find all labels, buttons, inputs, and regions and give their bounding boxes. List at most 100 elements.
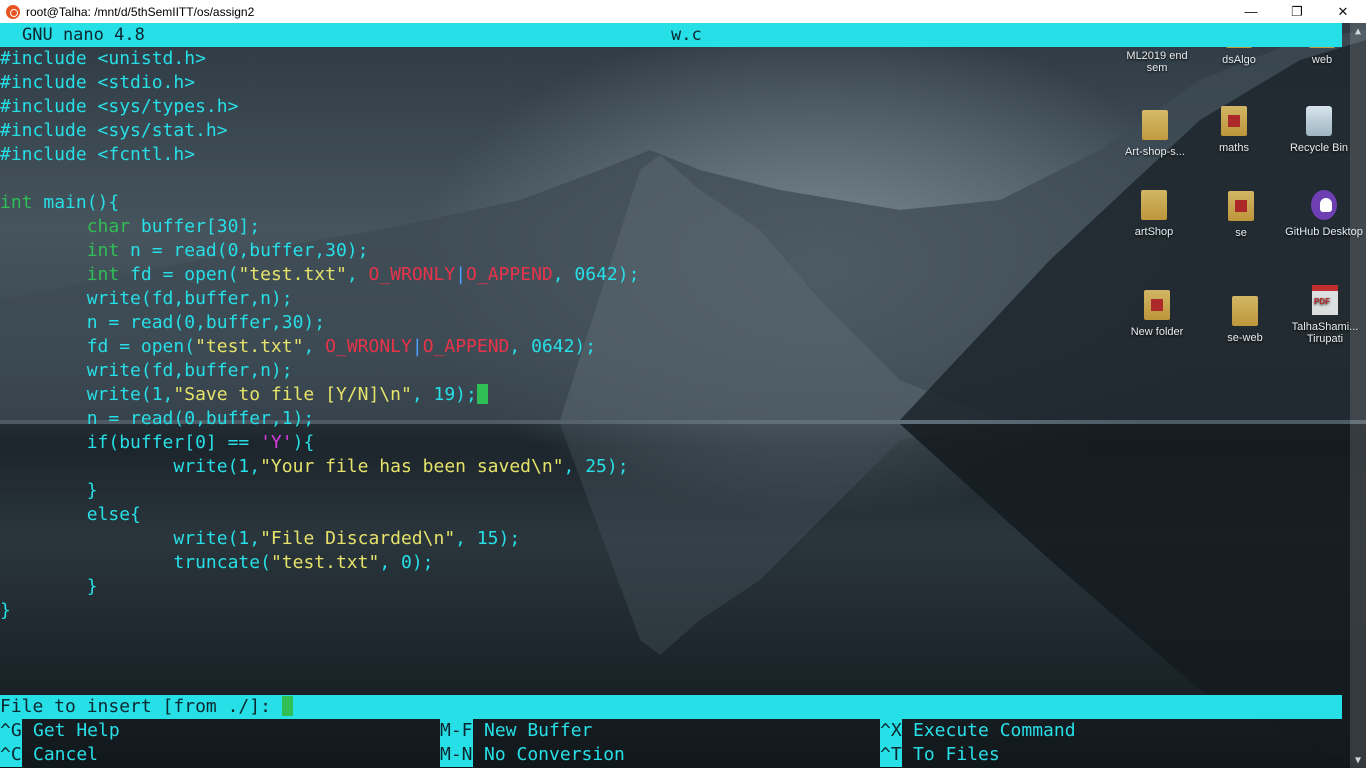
- nano-header: GNU nano 4.8 w.c: [0, 23, 1342, 47]
- code-token: |: [411, 336, 423, 357]
- window-title-bar: root@Talha: /mnt/d/5thSemIITT/os/assign2…: [0, 0, 1366, 23]
- code-editor[interactable]: #include <unistd.h> #include <stdio.h> #in…: [0, 47, 1342, 695]
- shortcut-key: ^T: [880, 743, 902, 767]
- prompt-cursor: [281, 696, 293, 716]
- code-token: "test.txt": [195, 336, 304, 357]
- code-line: n = read(0,buffer,30);: [0, 311, 1342, 335]
- code-token: , 19);: [411, 384, 477, 405]
- code-line: #include <stdio.h>: [0, 71, 1342, 95]
- ubuntu-icon: [6, 4, 20, 19]
- code-token: write(fd,buffer,n);: [0, 288, 293, 309]
- maximize-button[interactable]: ❐: [1274, 0, 1320, 23]
- code-token: , 0642);: [552, 264, 640, 285]
- code-token: n = read(0,buffer,1);: [0, 408, 315, 429]
- code-token: n = read(0,buffer,30);: [0, 312, 326, 333]
- shortcut-label: Get Help: [33, 720, 120, 741]
- code-token: int: [0, 192, 33, 213]
- code-token: #include <fcntl.h>: [0, 144, 196, 165]
- code-line: int fd = open("test.txt", O_WRONLY|O_APP…: [0, 263, 1342, 287]
- minimize-button[interactable]: —: [1228, 0, 1274, 23]
- text-cursor: [476, 384, 488, 404]
- code-token: fd = open(: [0, 336, 196, 357]
- code-line: write(1,"Save to file [Y/N]\n", 19);: [0, 383, 1342, 407]
- shortcut-execute-command[interactable]: ^X Execute Command: [880, 719, 1076, 743]
- shortcut-key: ^C: [0, 743, 22, 767]
- code-token: O_WRONLY: [325, 336, 412, 357]
- code-token: write(1,: [0, 528, 261, 549]
- code-line: write(fd,buffer,n);: [0, 287, 1342, 311]
- code-token: "test.txt": [270, 552, 380, 573]
- code-line: #include <sys/types.h>: [0, 95, 1342, 119]
- code-token: if(buffer[0] ==: [0, 432, 261, 453]
- code-token: , 15);: [455, 528, 521, 549]
- code-token: ,: [346, 264, 369, 285]
- code-token: int: [86, 240, 120, 261]
- shortcut-key: ^G: [0, 719, 22, 743]
- nano-version: GNU nano 4.8: [22, 25, 145, 45]
- code-token: , 0642);: [509, 336, 597, 357]
- code-token: O_APPEND: [466, 264, 553, 285]
- file-insert-prompt: File to insert [from ./]:: [0, 695, 1342, 719]
- scroll-down-icon[interactable]: ▼: [1350, 752, 1366, 768]
- window-title: root@Talha: /mnt/d/5thSemIITT/os/assign2: [26, 4, 255, 19]
- code-line: }: [0, 599, 1342, 623]
- code-token: n = read(0,buffer,30);: [119, 240, 369, 261]
- code-token: }: [0, 480, 98, 501]
- code-token: else{: [0, 504, 141, 525]
- code-token: O_WRONLY: [368, 264, 456, 285]
- code-token: }: [0, 576, 98, 597]
- code-token: buffer[30];: [130, 216, 261, 237]
- code-token: ){: [292, 432, 315, 453]
- nano-filename: w.c: [671, 25, 702, 45]
- code-line: if(buffer[0] == 'Y'){: [0, 431, 1342, 455]
- code-token: "Your file has been saved\n": [260, 456, 564, 477]
- code-token: }: [0, 600, 11, 621]
- code-token: 'Y': [260, 432, 293, 453]
- code-line: char buffer[30];: [0, 215, 1342, 239]
- code-line: write(1,"File Discarded\n", 15);: [0, 527, 1342, 551]
- code-token: O_APPEND: [422, 336, 510, 357]
- shortcut-bar: ^G Get Help ^C Cancel M-F New Buffer M-N…: [0, 719, 1342, 768]
- code-token: write(1,: [0, 384, 174, 405]
- code-token: int: [86, 264, 120, 285]
- code-line: truncate("test.txt", 0);: [0, 551, 1342, 575]
- code-line: #include <sys/stat.h>: [0, 119, 1342, 143]
- code-line: else{: [0, 503, 1342, 527]
- shortcut-new-buffer[interactable]: M-F New Buffer: [440, 719, 592, 743]
- code-line: n = read(0,buffer,1);: [0, 407, 1342, 431]
- shortcut-label: No Conversion: [484, 744, 625, 765]
- code-line: write(1,"Your file has been saved\n", 25…: [0, 455, 1342, 479]
- code-token: , 0);: [379, 552, 434, 573]
- shortcut-no-conversion[interactable]: M-N No Conversion: [440, 743, 625, 767]
- code-token: "Save to file [Y/N]\n": [173, 384, 412, 405]
- code-line: }: [0, 479, 1342, 503]
- code-line: }: [0, 575, 1342, 599]
- code-line: #include <unistd.h>: [0, 47, 1342, 71]
- scroll-up-icon[interactable]: ▲: [1350, 23, 1366, 39]
- close-button[interactable]: ✕: [1320, 0, 1366, 23]
- code-token: write(1,: [0, 456, 261, 477]
- code-token: #include <unistd.h>: [0, 48, 206, 69]
- code-line: fd = open("test.txt", O_WRONLY|O_APPEND,…: [0, 335, 1342, 359]
- shortcut-cancel[interactable]: ^C Cancel: [0, 743, 98, 767]
- vertical-scrollbar[interactable]: ▲ ▼: [1350, 23, 1366, 768]
- code-token: "test.txt": [238, 264, 347, 285]
- shortcut-get-help[interactable]: ^G Get Help: [0, 719, 120, 743]
- shortcut-key: M-N: [440, 743, 473, 767]
- shortcut-to-files[interactable]: ^T To Files: [880, 743, 1000, 767]
- code-token: #include <sys/types.h>: [0, 96, 239, 117]
- shortcut-key: M-F: [440, 719, 473, 743]
- code-token: ,: [303, 336, 326, 357]
- code-token: truncate(: [0, 552, 271, 573]
- code-token: "File Discarded\n": [260, 528, 456, 549]
- code-line: int main(){: [0, 191, 1342, 215]
- code-token: fd = open(: [119, 264, 239, 285]
- shortcut-label: Cancel: [33, 744, 99, 765]
- code-token: main(){: [32, 192, 120, 213]
- code-token: , 25);: [563, 456, 629, 477]
- shortcut-label: Execute Command: [913, 720, 1076, 741]
